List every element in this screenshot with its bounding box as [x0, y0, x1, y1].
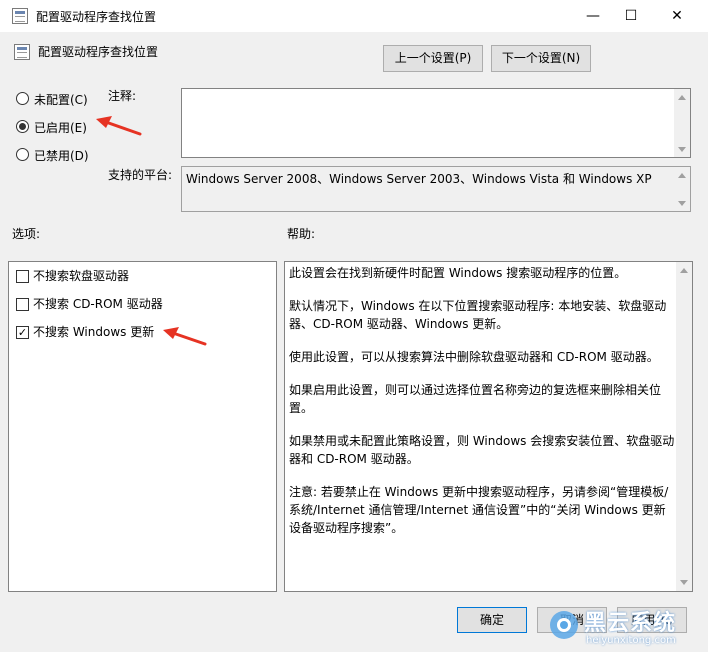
annotation-arrows [96, 116, 207, 346]
watermark: 黑云系统 heiyunxitong.com [548, 603, 708, 652]
red-arrow-icon [96, 116, 142, 136]
watermark-url: heiyunxitong.com [586, 635, 676, 646]
watermark-text: 黑云系统 [584, 611, 677, 636]
red-arrow-icon [163, 327, 207, 346]
watermark-logo-icon [550, 611, 578, 639]
